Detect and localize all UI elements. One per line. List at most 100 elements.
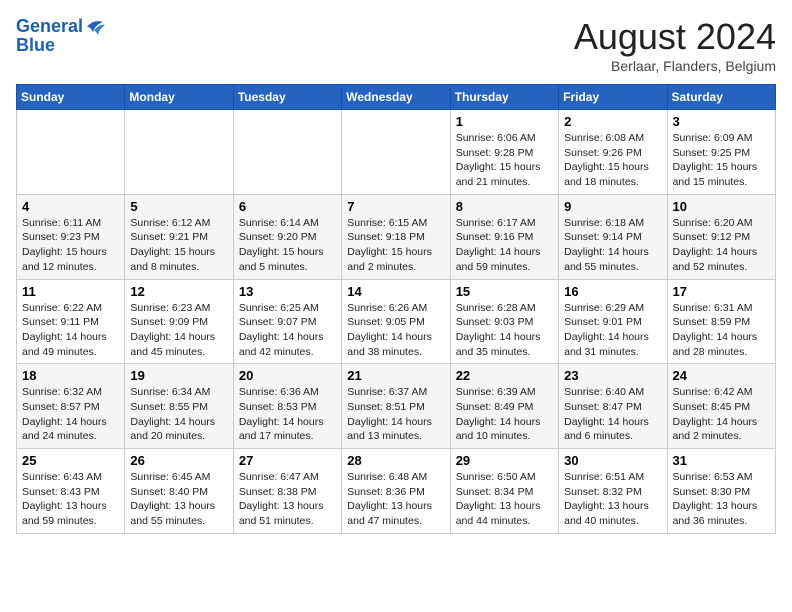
day-number: 1 <box>456 114 553 129</box>
day-info: Sunrise: 6:39 AM Sunset: 8:49 PM Dayligh… <box>456 385 553 444</box>
calendar-week-row: 25 Sunrise: 6:43 AM Sunset: 8:43 PM Dayli… <box>17 449 776 534</box>
calendar-week-row: 11 Sunrise: 6:22 AM Sunset: 9:11 PM Dayli… <box>17 279 776 364</box>
day-info: Sunrise: 6:47 AM Sunset: 8:38 PM Dayligh… <box>239 470 336 529</box>
day-info: Sunrise: 6:53 AM Sunset: 8:30 PM Dayligh… <box>673 470 770 529</box>
calendar-day <box>17 110 125 195</box>
day-number: 22 <box>456 368 553 383</box>
day-info: Sunrise: 6:25 AM Sunset: 9:07 PM Dayligh… <box>239 301 336 360</box>
calendar-table: SundayMondayTuesdayWednesdayThursdayFrid… <box>16 84 776 534</box>
day-info: Sunrise: 6:28 AM Sunset: 9:03 PM Dayligh… <box>456 301 553 360</box>
calendar-day: 10 Sunrise: 6:20 AM Sunset: 9:12 PM Dayli… <box>667 194 775 279</box>
day-info: Sunrise: 6:14 AM Sunset: 9:20 PM Dayligh… <box>239 216 336 275</box>
day-number: 10 <box>673 199 770 214</box>
day-number: 5 <box>130 199 227 214</box>
day-number: 26 <box>130 453 227 468</box>
calendar-day: 21 Sunrise: 6:37 AM Sunset: 8:51 PM Dayli… <box>342 364 450 449</box>
day-number: 12 <box>130 284 227 299</box>
day-number: 11 <box>22 284 119 299</box>
calendar-day <box>342 110 450 195</box>
page-header: General Blue August 2024 Berlaar, Flande… <box>16 16 776 74</box>
calendar-day: 9 Sunrise: 6:18 AM Sunset: 9:14 PM Daylig… <box>559 194 667 279</box>
logo: General Blue <box>16 16 105 56</box>
day-info: Sunrise: 6:51 AM Sunset: 8:32 PM Dayligh… <box>564 470 661 529</box>
logo-general-text: General <box>16 16 83 37</box>
location: Berlaar, Flanders, Belgium <box>574 58 776 74</box>
calendar-day: 26 Sunrise: 6:45 AM Sunset: 8:40 PM Dayli… <box>125 449 233 534</box>
calendar-day: 15 Sunrise: 6:28 AM Sunset: 9:03 PM Dayli… <box>450 279 558 364</box>
calendar-day: 31Sunrise: 6:53 AM Sunset: 8:30 PM Dayli… <box>667 449 775 534</box>
day-info: Sunrise: 6:12 AM Sunset: 9:21 PM Dayligh… <box>130 216 227 275</box>
day-info: Sunrise: 6:06 AM Sunset: 9:28 PM Dayligh… <box>456 131 553 190</box>
day-number: 29 <box>456 453 553 468</box>
weekday-header-row: SundayMondayTuesdayWednesdayThursdayFrid… <box>17 85 776 110</box>
day-number: 17 <box>673 284 770 299</box>
day-number: 14 <box>347 284 444 299</box>
day-number: 30 <box>564 453 661 468</box>
calendar-day: 5 Sunrise: 6:12 AM Sunset: 9:21 PM Daylig… <box>125 194 233 279</box>
title-area: August 2024 Berlaar, Flanders, Belgium <box>574 16 776 74</box>
calendar-day: 3 Sunrise: 6:09 AM Sunset: 9:25 PM Daylig… <box>667 110 775 195</box>
day-number: 9 <box>564 199 661 214</box>
day-info: Sunrise: 6:09 AM Sunset: 9:25 PM Dayligh… <box>673 131 770 190</box>
day-info: Sunrise: 6:18 AM Sunset: 9:14 PM Dayligh… <box>564 216 661 275</box>
calendar-day: 18 Sunrise: 6:32 AM Sunset: 8:57 PM Dayli… <box>17 364 125 449</box>
day-info: Sunrise: 6:23 AM Sunset: 9:09 PM Dayligh… <box>130 301 227 360</box>
day-info: Sunrise: 6:48 AM Sunset: 8:36 PM Dayligh… <box>347 470 444 529</box>
weekday-header-friday: Friday <box>559 85 667 110</box>
day-number: 2 <box>564 114 661 129</box>
weekday-header-saturday: Saturday <box>667 85 775 110</box>
calendar-day <box>233 110 341 195</box>
calendar-day: 14Sunrise: 6:26 AM Sunset: 9:05 PM Dayli… <box>342 279 450 364</box>
day-number: 23 <box>564 368 661 383</box>
calendar-day: 25 Sunrise: 6:43 AM Sunset: 8:43 PM Dayli… <box>17 449 125 534</box>
day-number: 25 <box>22 453 119 468</box>
day-number: 6 <box>239 199 336 214</box>
day-info: Sunrise: 6:40 AM Sunset: 8:47 PM Dayligh… <box>564 385 661 444</box>
day-info: Sunrise: 6:31 AM Sunset: 8:59 PM Dayligh… <box>673 301 770 360</box>
weekday-header-monday: Monday <box>125 85 233 110</box>
day-info: Sunrise: 6:43 AM Sunset: 8:43 PM Dayligh… <box>22 470 119 529</box>
day-info: Sunrise: 6:36 AM Sunset: 8:53 PM Dayligh… <box>239 385 336 444</box>
calendar-day: 27 Sunrise: 6:47 AM Sunset: 8:38 PM Dayli… <box>233 449 341 534</box>
calendar-day: 24Sunrise: 6:42 AM Sunset: 8:45 PM Dayli… <box>667 364 775 449</box>
calendar-day: 2 Sunrise: 6:08 AM Sunset: 9:26 PM Daylig… <box>559 110 667 195</box>
calendar-day: 13 Sunrise: 6:25 AM Sunset: 9:07 PM Dayli… <box>233 279 341 364</box>
day-number: 18 <box>22 368 119 383</box>
calendar-day: 17 Sunrise: 6:31 AM Sunset: 8:59 PM Dayli… <box>667 279 775 364</box>
calendar-day: 30 Sunrise: 6:51 AM Sunset: 8:32 PM Dayli… <box>559 449 667 534</box>
day-number: 3 <box>673 114 770 129</box>
calendar-day: 6 Sunrise: 6:14 AM Sunset: 9:20 PM Daylig… <box>233 194 341 279</box>
weekday-header-sunday: Sunday <box>17 85 125 110</box>
day-info: Sunrise: 6:20 AM Sunset: 9:12 PM Dayligh… <box>673 216 770 275</box>
day-number: 15 <box>456 284 553 299</box>
weekday-header-wednesday: Wednesday <box>342 85 450 110</box>
weekday-header-thursday: Thursday <box>450 85 558 110</box>
day-number: 13 <box>239 284 336 299</box>
day-info: Sunrise: 6:50 AM Sunset: 8:34 PM Dayligh… <box>456 470 553 529</box>
day-info: Sunrise: 6:37 AM Sunset: 8:51 PM Dayligh… <box>347 385 444 444</box>
calendar-day: 4Sunrise: 6:11 AM Sunset: 9:23 PM Daylig… <box>17 194 125 279</box>
calendar-week-row: 1 Sunrise: 6:06 AM Sunset: 9:28 PM Daylig… <box>17 110 776 195</box>
calendar-day: 11 Sunrise: 6:22 AM Sunset: 9:11 PM Dayli… <box>17 279 125 364</box>
day-number: 27 <box>239 453 336 468</box>
calendar-day: 1 Sunrise: 6:06 AM Sunset: 9:28 PM Daylig… <box>450 110 558 195</box>
calendar-day: 29 Sunrise: 6:50 AM Sunset: 8:34 PM Dayli… <box>450 449 558 534</box>
day-number: 19 <box>130 368 227 383</box>
day-number: 16 <box>564 284 661 299</box>
day-info: Sunrise: 6:22 AM Sunset: 9:11 PM Dayligh… <box>22 301 119 360</box>
day-number: 7 <box>347 199 444 214</box>
day-number: 21 <box>347 368 444 383</box>
calendar-day: 23 Sunrise: 6:40 AM Sunset: 8:47 PM Dayli… <box>559 364 667 449</box>
day-info: Sunrise: 6:32 AM Sunset: 8:57 PM Dayligh… <box>22 385 119 444</box>
day-info: Sunrise: 6:45 AM Sunset: 8:40 PM Dayligh… <box>130 470 227 529</box>
day-info: Sunrise: 6:29 AM Sunset: 9:01 PM Dayligh… <box>564 301 661 360</box>
day-info: Sunrise: 6:15 AM Sunset: 9:18 PM Dayligh… <box>347 216 444 275</box>
logo-bird-icon <box>83 18 105 36</box>
day-number: 8 <box>456 199 553 214</box>
day-info: Sunrise: 6:11 AM Sunset: 9:23 PM Dayligh… <box>22 216 119 275</box>
day-info: Sunrise: 6:08 AM Sunset: 9:26 PM Dayligh… <box>564 131 661 190</box>
calendar-day: 16 Sunrise: 6:29 AM Sunset: 9:01 PM Dayli… <box>559 279 667 364</box>
day-info: Sunrise: 6:34 AM Sunset: 8:55 PM Dayligh… <box>130 385 227 444</box>
logo-wrapper: General Blue <box>16 16 105 56</box>
calendar-day: 19 Sunrise: 6:34 AM Sunset: 8:55 PM Dayli… <box>125 364 233 449</box>
